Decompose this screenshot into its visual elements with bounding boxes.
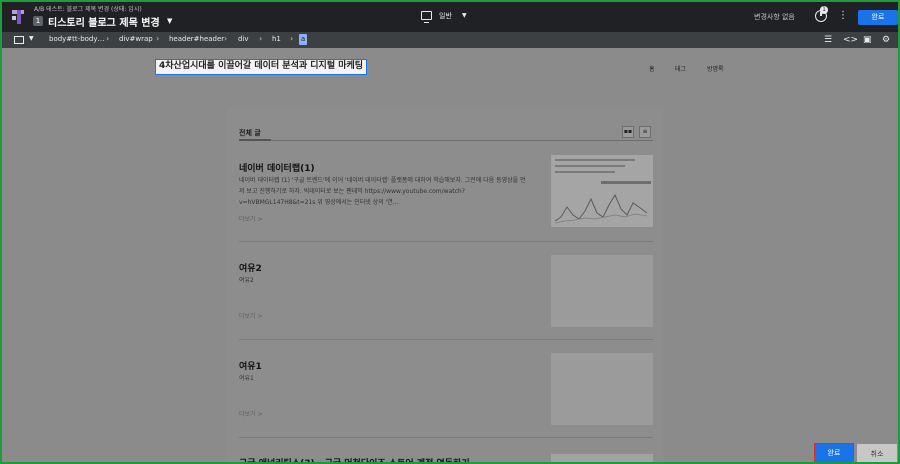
breadcrumb-item[interactable]: div — [238, 35, 249, 43]
top-done-button[interactable]: 완료 — [858, 10, 898, 25]
optimize-logo-icon — [12, 10, 24, 24]
listing-heading: 전체 글 — [239, 129, 261, 137]
post-excerpt: 여유1 — [239, 375, 254, 382]
post-thumbnail[interactable] — [551, 255, 653, 327]
heading-divider-accent — [239, 139, 271, 141]
post-excerpt: 네이버 데이터랩 (1) '구글 트렌드'에 이어 '네이버 데이터랩' 플랫폼… — [239, 177, 526, 206]
desktop-icon[interactable] — [421, 11, 432, 23]
post-excerpt: 여유2 — [239, 277, 254, 284]
nav-home[interactable]: 홈 — [649, 64, 655, 73]
experiment-number-badge: 1 — [33, 16, 43, 26]
chevron-right-icon: › — [156, 34, 160, 43]
post-title[interactable]: 여유1 — [239, 359, 262, 372]
post-thumbnail[interactable] — [551, 155, 653, 227]
post-title[interactable]: 구글 애널리틱스(3) - 구글 머천다이즈 스토어 계정 연동하기 — [239, 456, 470, 462]
breadcrumb-item[interactable]: h1 — [272, 35, 281, 43]
breadcrumb-item[interactable]: body#tt-body… — [49, 35, 105, 43]
select-element-icon[interactable]: ▣ — [863, 34, 872, 46]
chevron-right-icon: › — [224, 34, 228, 43]
post-divider — [239, 339, 653, 340]
history-count-badge: 1 — [820, 6, 828, 14]
chevron-down-icon[interactable]: ▼ — [167, 17, 172, 25]
device-label[interactable]: 일반 — [439, 11, 452, 21]
code-icon[interactable]: <> — [843, 34, 858, 46]
breadcrumb-item[interactable]: header#header — [169, 35, 224, 43]
blog-title[interactable]: 4차산업시대를 이끌어갈 데이터 분석과 디지털 마케팅 — [155, 59, 368, 75]
post-title[interactable]: 네이버 데이터랩(1) — [239, 161, 315, 174]
post-divider — [239, 241, 653, 242]
experiment-subtitle: A/B 테스트: 블로그 제목 변경 (상태: 임시) — [34, 6, 142, 13]
chevron-right-icon: › — [290, 34, 294, 43]
experiment-title[interactable]: 티스토리 블로그 제목 변경 — [48, 14, 160, 29]
app-window: A/B 테스트: 블로그 제목 변경 (상태: 임시) 1 티스토리 블로그 제… — [0, 0, 900, 464]
element-breadcrumb-bar: ▼ body#tt-body… › div#wrap › header#head… — [2, 32, 898, 48]
done-button[interactable]: 완료 — [814, 443, 854, 462]
breadcrumb-item[interactable]: div#wrap — [119, 35, 153, 43]
nav-tag[interactable]: 태그 — [675, 64, 686, 73]
more-options-icon[interactable]: ⋮ — [838, 11, 848, 21]
post-more-link[interactable]: 더보기 > — [239, 214, 263, 223]
post-title[interactable]: 여유2 — [239, 261, 262, 274]
chevron-right-icon: › — [106, 34, 110, 43]
gear-icon[interactable]: ⚙ — [882, 34, 890, 46]
heading-divider — [239, 140, 653, 141]
top-bar: A/B 테스트: 블로그 제목 변경 (상태: 임시) 1 티스토리 블로그 제… — [2, 2, 898, 32]
chevron-right-icon: › — [259, 34, 263, 43]
breadcrumb-item-selected[interactable]: a — [299, 34, 307, 45]
post-divider — [239, 437, 653, 438]
post-more-link[interactable]: 더보기 > — [239, 311, 263, 320]
no-changes-status: 변경사항 없음 — [754, 13, 795, 21]
nav-guestbook[interactable]: 방명록 — [707, 64, 724, 73]
post-listing: 전체 글 ▪▪ ≡ 네이버 데이터랩(1) 네이버 데이터랩 (1) '구글 트… — [227, 109, 663, 462]
post-thumbnail[interactable] — [551, 454, 653, 462]
list-view-icon[interactable]: ≡ — [639, 126, 651, 138]
element-selector-icon[interactable] — [14, 36, 24, 44]
selector-chevron-down-icon[interactable]: ▼ — [29, 35, 34, 42]
post-thumbnail[interactable] — [551, 353, 653, 425]
post-more-link[interactable]: 더보기 > — [239, 409, 263, 418]
sliders-icon[interactable]: ☰ — [824, 34, 832, 46]
grid-view-icon[interactable]: ▪▪ — [622, 126, 634, 138]
device-chevron-down-icon[interactable]: ▼ — [462, 12, 467, 19]
cancel-button[interactable]: 취소 — [857, 444, 897, 462]
